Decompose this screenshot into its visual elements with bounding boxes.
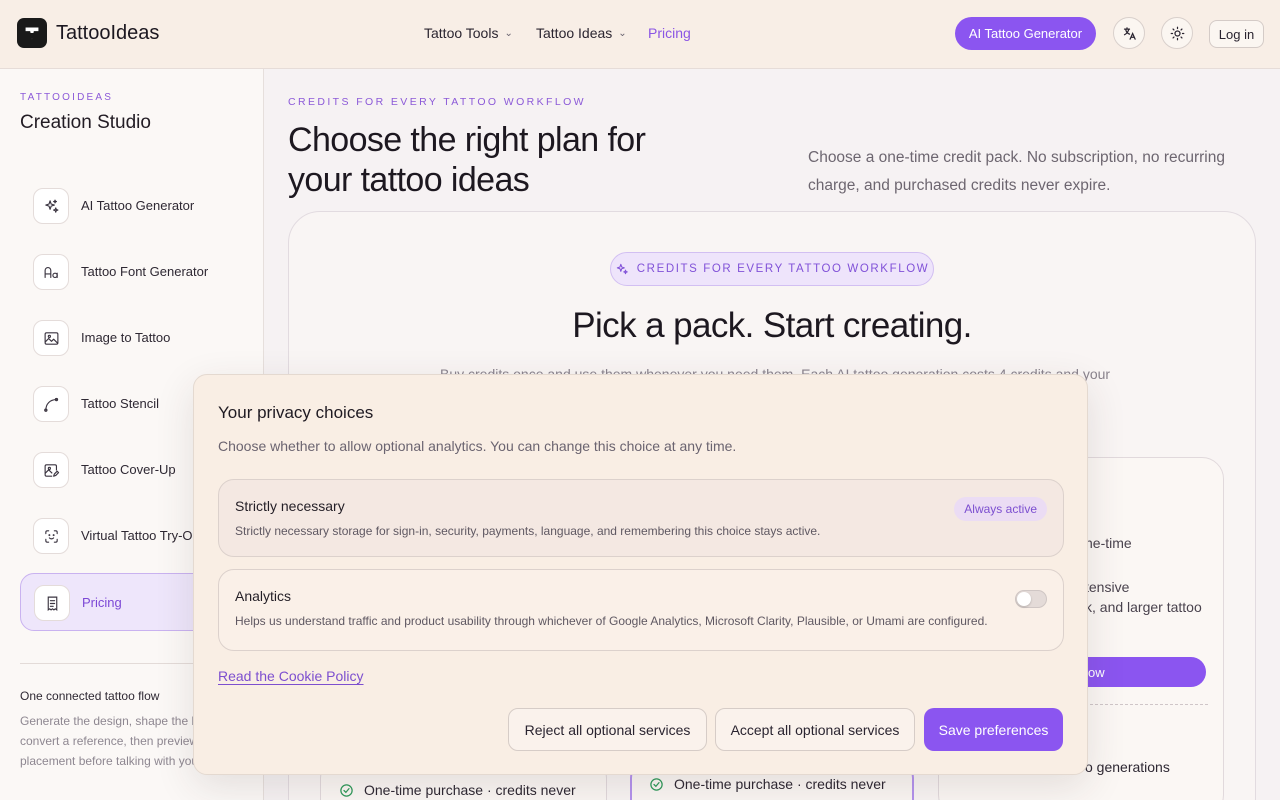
- sidebar-item-label: Tattoo Font Generator: [81, 264, 209, 279]
- card-right-text: tensive k, and larger tattoo: [1085, 577, 1202, 617]
- check-circle-icon: [650, 777, 663, 791]
- nav-tattoo-ideas-label: Tattoo Ideas: [536, 25, 613, 41]
- credits-pill: CREDITS FOR EVERY TATTOO WORKFLOW: [610, 252, 934, 286]
- brand-name[interactable]: TattooIdeas: [56, 22, 159, 45]
- analytics-section: Analytics Helps us understand traffic an…: [218, 569, 1064, 651]
- accept-all-button[interactable]: Accept all optional services: [715, 708, 915, 751]
- sidebar-item-label: Pricing: [82, 595, 122, 610]
- card-mid-feature: One-time purchase · credits never: [649, 776, 886, 792]
- pack-title: Pick a pack. Start creating.: [572, 306, 972, 345]
- sidebar-item-tattoo-font-generator[interactable]: Tattoo Font Generator: [20, 243, 250, 301]
- sidebar-item-label: Tattoo Cover-Up: [81, 462, 176, 477]
- chevron-down-icon: ⌄: [618, 27, 627, 39]
- nav-pricing-label: Pricing: [648, 25, 691, 41]
- sidebar-item-ai-tattoo-generator[interactable]: AI Tattoo Generator: [20, 177, 250, 235]
- card-left-feature: One-time purchase · credits never: [339, 782, 576, 798]
- modal-description: Choose whether to allow optional analyti…: [218, 438, 737, 454]
- analytics-toggle[interactable]: [1015, 590, 1047, 608]
- theme-toggle-button[interactable]: [1161, 17, 1193, 49]
- login-button[interactable]: Log in: [1209, 20, 1264, 48]
- modal-title: Your privacy choices: [218, 403, 374, 422]
- sidebar-item-label: Image to Tattoo: [81, 330, 171, 345]
- toggle-knob: [1017, 592, 1031, 606]
- nav-tattoo-ideas[interactable]: Tattoo Ideas ⌄: [536, 25, 627, 41]
- save-preferences-button[interactable]: Save preferences: [924, 708, 1063, 751]
- translate-icon: [1123, 26, 1136, 40]
- credits-pill-label: CREDITS FOR EVERY TATTOO WORKFLOW: [636, 263, 930, 275]
- card-right-divider: [1090, 704, 1208, 705]
- page-title: Choose the right plan for your tattoo id…: [288, 121, 646, 199]
- analytics-description: Helps us understand traffic and product …: [235, 614, 988, 628]
- main-eyebrow: CREDITS FOR EVERY TATTOO WORKFLOW: [288, 96, 586, 108]
- nav-tattoo-tools-label: Tattoo Tools: [424, 25, 499, 41]
- sidebar-item-label: Tattoo Stencil: [81, 396, 160, 411]
- top-header: TattooIdeas Tattoo Tools ⌄ Tattoo Ideas …: [0, 0, 1280, 69]
- sidebar-eyebrow: TATTOOIDEAS: [20, 92, 114, 103]
- ai-tattoo-generator-button[interactable]: AI Tattoo Generator: [955, 17, 1096, 50]
- image-edit-icon: [44, 463, 59, 477]
- necessary-section: Strictly necessary Always active Strictl…: [218, 479, 1064, 557]
- font-icon: [44, 266, 58, 278]
- scan-face-icon: [44, 529, 58, 543]
- card-right-line: tensive: [1085, 579, 1130, 595]
- sparkles-icon: [44, 199, 58, 213]
- card-right-feature: o generations: [1085, 759, 1170, 775]
- sidebar-item-image-to-tattoo[interactable]: Image to Tattoo: [20, 309, 250, 367]
- sun-icon: [1170, 26, 1184, 40]
- analytics-title: Analytics: [235, 588, 292, 604]
- nav-pricing[interactable]: Pricing: [648, 25, 691, 41]
- sidebar-flow-title: One connected tattoo flow: [20, 689, 160, 703]
- image-icon: [44, 331, 58, 345]
- card-right-text: ne-time: [1085, 535, 1132, 551]
- pen-curve-icon: [43, 397, 58, 412]
- card-left-feature-text: One-time purchase · credits never: [364, 782, 576, 798]
- necessary-description: Strictly necessary storage for sign-in, …: [235, 524, 821, 538]
- sparkles-icon: [616, 263, 628, 275]
- always-active-badge: Always active: [954, 497, 1047, 521]
- reject-all-button[interactable]: Reject all optional services: [508, 708, 707, 751]
- chevron-down-icon: ⌄: [504, 27, 513, 39]
- sidebar-item-label: AI Tattoo Generator: [81, 198, 195, 213]
- sidebar-item-label: Virtual Tattoo Try-On: [81, 528, 200, 543]
- language-button[interactable]: [1113, 17, 1145, 49]
- nav-tattoo-tools[interactable]: Tattoo Tools ⌄: [424, 25, 513, 41]
- cookie-policy-link[interactable]: Read the Cookie Policy: [218, 668, 364, 684]
- sidebar-title: Creation Studio: [20, 112, 151, 133]
- necessary-title: Strictly necessary: [235, 498, 345, 514]
- card-mid-feature-text: One-time purchase · credits never: [674, 776, 886, 792]
- card-right-line: k, and larger tattoo: [1085, 599, 1202, 615]
- receipt-icon: [47, 596, 57, 611]
- check-circle-icon: [340, 783, 353, 797]
- cookie-consent-modal: Your privacy choices Choose whether to a…: [193, 374, 1088, 775]
- logo-icon[interactable]: [17, 18, 47, 48]
- page-description: Choose a one-time credit pack. No subscr…: [808, 149, 1225, 194]
